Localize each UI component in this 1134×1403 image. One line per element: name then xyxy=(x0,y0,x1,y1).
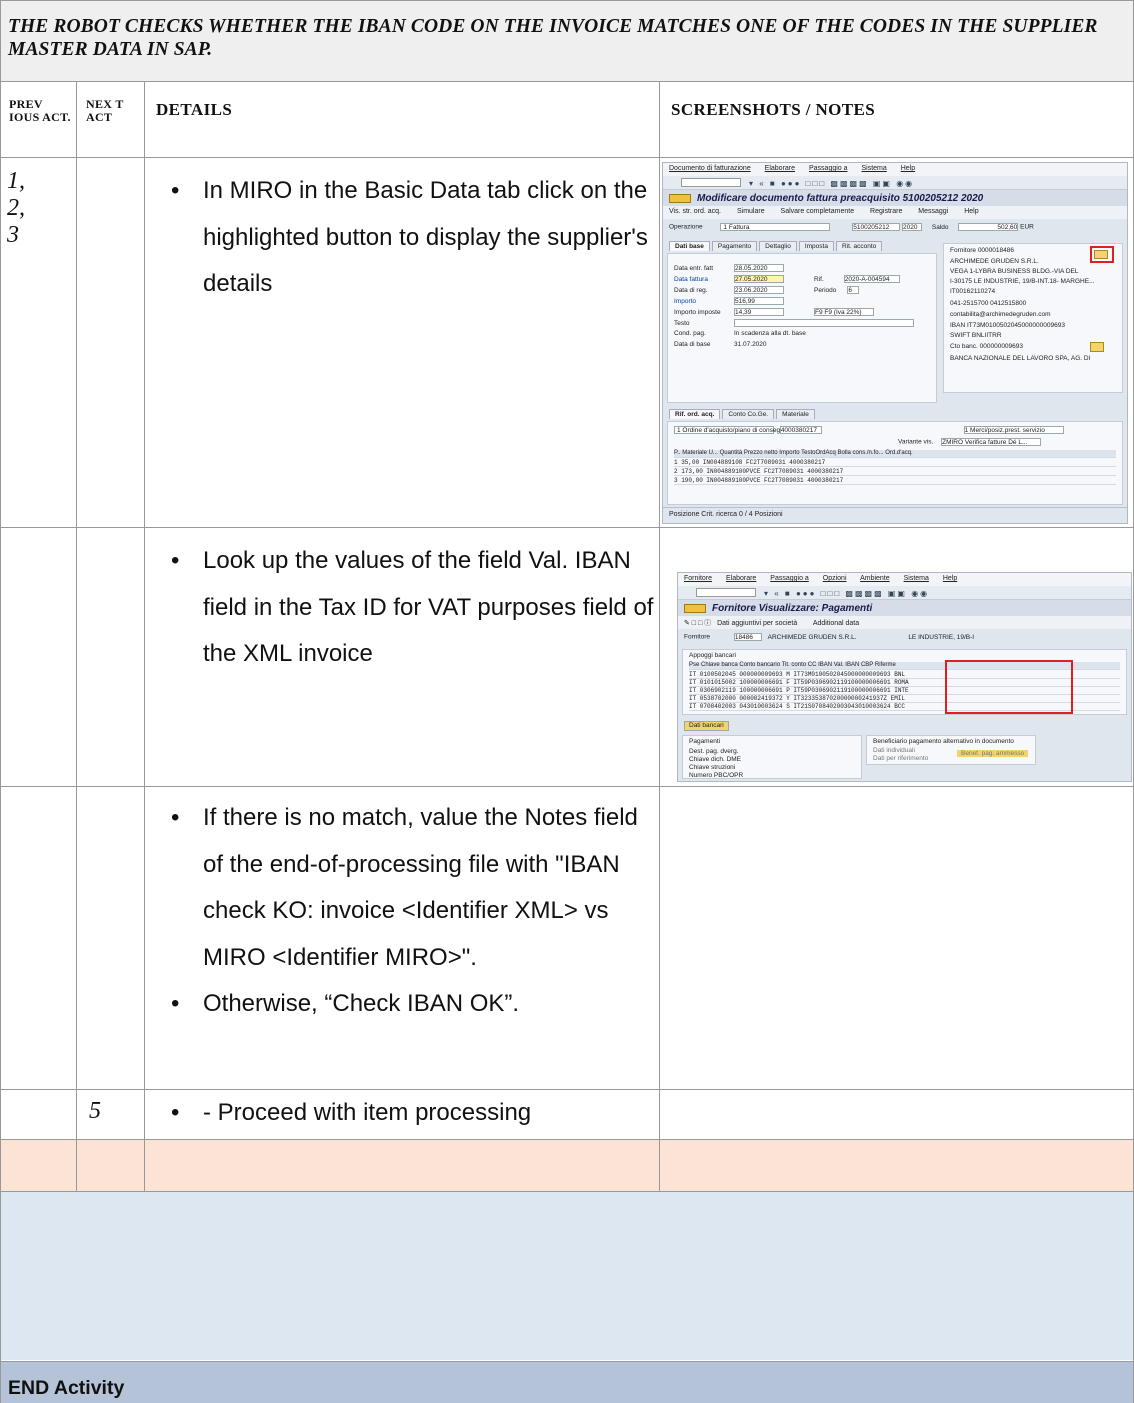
document-page: The robot checks whether the IBAN code o… xyxy=(0,0,1134,1403)
page-frame xyxy=(0,0,1134,1403)
